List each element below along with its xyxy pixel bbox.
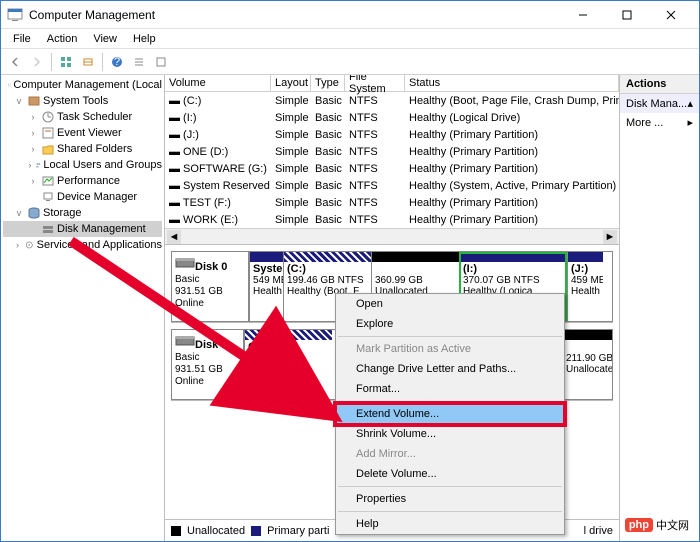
tree-storage[interactable]: vStorage [3, 205, 162, 221]
menu-format[interactable]: Format... [336, 379, 564, 399]
refresh-button[interactable] [151, 52, 171, 72]
col-status[interactable]: Status [405, 75, 619, 91]
tree-task-scheduler[interactable]: ›Task Scheduler [3, 109, 162, 125]
scroll-right-icon[interactable]: ► [603, 230, 617, 244]
table-row[interactable]: ▬ System ReservedSimpleBasicNTFSHealthy … [165, 177, 619, 194]
app-icon [7, 7, 23, 23]
menu-mark-active: Mark Partition as Active [336, 339, 564, 359]
menu-add-mirror: Add Mirror... [336, 444, 564, 464]
table-row[interactable]: ▬ WORK (E:)SimpleBasicNTFSHealthy (Prima… [165, 211, 619, 228]
collapse-icon[interactable]: ▴ [687, 97, 693, 110]
tree-local-users[interactable]: ›Local Users and Groups [3, 157, 162, 173]
list-button[interactable] [129, 52, 149, 72]
menu-action[interactable]: Action [39, 31, 86, 47]
table-row[interactable]: ▬ ONE (D:)SimpleBasicNTFSHealthy (Primar… [165, 143, 619, 160]
legend-unallocated: Unallocated [187, 525, 245, 537]
disk-info[interactable]: Disk 1Basic931.51 GBOnline [171, 329, 244, 400]
partition[interactable]: 211.90 GBUnallocate [562, 330, 612, 399]
col-type[interactable]: Type [311, 75, 345, 91]
menu-open[interactable]: Open [336, 294, 564, 314]
menu-properties[interactable]: Properties [336, 489, 564, 509]
context-menu: Open Explore Mark Partition as Active Ch… [335, 293, 565, 535]
col-volume[interactable]: Volume [165, 75, 271, 91]
scroll-left-icon[interactable]: ◄ [167, 230, 181, 244]
legend-primary-swatch [251, 526, 261, 536]
help-button[interactable]: ? [107, 52, 127, 72]
menu-explore[interactable]: Explore [336, 314, 564, 334]
title-bar: Computer Management [1, 1, 699, 29]
menu-help[interactable]: Help [336, 514, 564, 534]
actions-item-more[interactable]: More ...▸ [620, 113, 699, 132]
svg-text:?: ? [114, 56, 120, 68]
menu-help[interactable]: Help [125, 31, 164, 47]
col-layout[interactable]: Layout [271, 75, 311, 91]
menu-shrink-volume[interactable]: Shrink Volume... [336, 424, 564, 444]
table-row[interactable]: ▬ TEST (F:)SimpleBasicNTFSHealthy (Prima… [165, 194, 619, 211]
close-button[interactable] [649, 1, 693, 29]
disk-info[interactable]: Disk 0Basic931.51 GBOnline [171, 251, 249, 322]
tree-services[interactable]: ›Services and Applications [3, 237, 162, 253]
window-title: Computer Management [29, 8, 561, 22]
tree-disk-management[interactable]: Disk Management [3, 221, 162, 237]
tree-device-manager[interactable]: Device Manager [3, 189, 162, 205]
tree-root[interactable]: Computer Management (Local [3, 77, 162, 93]
menu-delete-volume[interactable]: Delete Volume... [336, 464, 564, 484]
watermark: php 中文网 [621, 515, 693, 535]
legend-unallocated-swatch [171, 526, 181, 536]
actions-header: Actions [620, 75, 699, 94]
grid-header[interactable]: Volume Layout Type File System Status [165, 75, 619, 92]
minimize-button[interactable] [561, 1, 605, 29]
tree-system-tools[interactable]: vSystem Tools [3, 93, 162, 109]
tree-performance[interactable]: ›Performance [3, 173, 162, 189]
menu-view[interactable]: View [85, 31, 125, 47]
partition[interactable]: ONE (D:)10.26 GBHealthy [244, 330, 332, 399]
partition[interactable]: Syster549 MEHealth [249, 252, 283, 321]
tree-shared-folders[interactable]: ›Shared Folders [3, 141, 162, 157]
table-row[interactable]: ▬ (J:)SimpleBasicNTFSHealthy (Primary Pa… [165, 126, 619, 143]
volume-grid[interactable]: Volume Layout Type File System Status ▬ … [165, 75, 619, 245]
toolbar: ? [1, 49, 699, 75]
table-row[interactable]: ▬ SOFTWARE (G:)SimpleBasicNTFSHealthy (P… [165, 160, 619, 177]
back-button[interactable] [5, 52, 25, 72]
navigation-tree[interactable]: Computer Management (Local vSystem Tools… [1, 75, 165, 541]
legend-drive: l drive [584, 525, 613, 537]
table-row[interactable]: ▬ (C:)SimpleBasicNTFSHealthy (Boot, Page… [165, 92, 619, 109]
partition[interactable]: (J:)459 MEHealth [567, 252, 603, 321]
menu-file[interactable]: File [5, 31, 39, 47]
watermark-text: 中文网 [656, 517, 689, 533]
forward-button[interactable] [27, 52, 47, 72]
watermark-brand: php [625, 518, 653, 532]
col-filesystem[interactable]: File System [345, 75, 405, 91]
maximize-button[interactable] [605, 1, 649, 29]
menu-change-letter[interactable]: Change Drive Letter and Paths... [336, 359, 564, 379]
legend-primary: Primary parti [267, 525, 329, 537]
view-button[interactable] [56, 52, 76, 72]
chevron-right-icon: ▸ [687, 116, 693, 129]
menu-extend-volume[interactable]: Extend Volume... [336, 404, 564, 424]
settings-button[interactable] [78, 52, 98, 72]
table-row[interactable]: ▬ (I:)SimpleBasicNTFSHealthy (Logical Dr… [165, 109, 619, 126]
menu-bar: File Action View Help [1, 29, 699, 49]
actions-item-diskmgmt[interactable]: Disk Mana...▴ [620, 94, 699, 113]
grid-scrollbar[interactable]: ◄ ► [165, 228, 619, 244]
actions-pane: Actions Disk Mana...▴ More ...▸ [619, 75, 699, 541]
tree-event-viewer[interactable]: ›Event Viewer [3, 125, 162, 141]
